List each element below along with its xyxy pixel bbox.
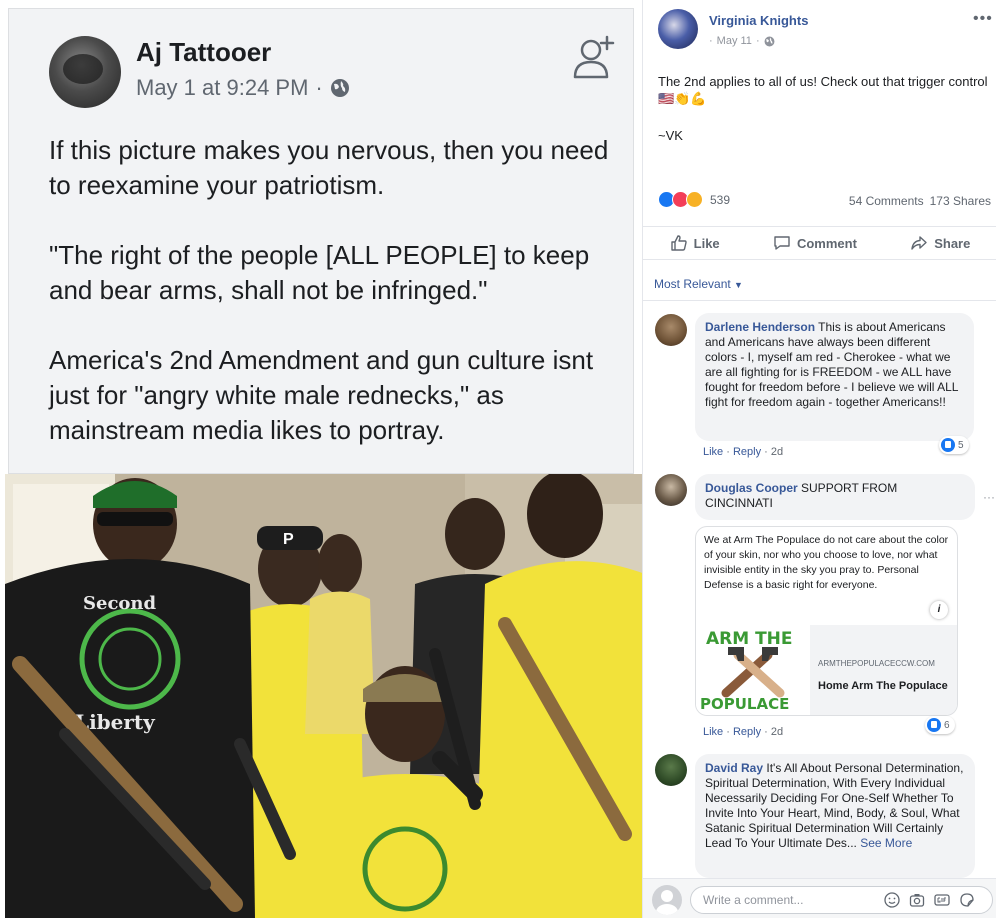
post-date[interactable]: May 11 (717, 35, 752, 47)
like-button[interactable]: Like (670, 234, 720, 252)
share-count[interactable]: 173 Shares (930, 194, 991, 208)
comment-attachment[interactable]: We at Arm The Populace do not care about… (695, 526, 958, 716)
comment-like-number: 6 (944, 719, 950, 731)
comment-sort-dropdown[interactable]: Most Relevant ▼ (654, 277, 743, 291)
commenter-avatar[interactable] (655, 474, 687, 506)
comment-sort-label: Most Relevant (654, 277, 731, 291)
like-thumb-icon (670, 235, 687, 251)
my-avatar (652, 885, 682, 915)
emoji-icon[interactable] (884, 892, 900, 908)
comment-like-number: 5 (958, 439, 964, 451)
comment-like-link[interactable]: Like (703, 446, 723, 458)
post-options-button[interactable]: ••• (973, 10, 993, 28)
commenter-name[interactable]: David Ray (705, 761, 763, 775)
comment-actions: Like · Reply · 2d (703, 446, 784, 458)
comment-reply-link[interactable]: Reply (733, 726, 761, 738)
commenter-name[interactable]: Darlene Henderson (705, 320, 815, 334)
page-name[interactable]: Virginia Knights (709, 13, 808, 28)
comment-reply-link[interactable]: Reply (733, 446, 761, 458)
reaction-count: 539 (710, 192, 731, 207)
comment-composer (643, 878, 996, 918)
share-button-label: Share (934, 235, 971, 251)
meta-separator: · (755, 35, 760, 47)
right-post-panel: Virginia Knights · May 11 · ••• The 2nd … (642, 0, 996, 918)
post-timestamp[interactable]: May 1 at 9:24 PM (136, 75, 308, 101)
commenter-name[interactable]: Douglas Cooper (705, 481, 798, 495)
link-title[interactable]: Home Arm The Populace (818, 680, 948, 692)
engagement-counts: 54 Comments 173 Shares (849, 194, 991, 208)
comment-bubble: Douglas Cooper SUPPORT FROM CINCINNATI (695, 474, 975, 520)
reaction-summary[interactable]: 539 (658, 191, 730, 208)
post-paragraph: "The right of the people [ALL PEOPLE] to… (49, 240, 590, 305)
follow-person-icon[interactable] (569, 31, 619, 81)
comment-like-count[interactable]: 6 (925, 716, 955, 734)
post-meta: May 1 at 9:24 PM · (136, 75, 350, 101)
post-text: The 2nd applies to all of us! Check out … (658, 74, 988, 106)
post-paragraph: America's 2nd Amendment and gun culture … (49, 345, 594, 445)
post-signature: ~VK (658, 128, 683, 143)
camera-icon[interactable] (909, 892, 925, 908)
like-badge-icon (941, 438, 955, 452)
meta-separator: · (709, 35, 713, 47)
composer-icons (884, 892, 975, 908)
meta-separator: · (315, 75, 323, 100)
logo-text-bottom: POPULACE (700, 695, 790, 713)
like-button-label: Like (693, 235, 720, 251)
see-more-link[interactable]: See More (860, 836, 912, 850)
svg-text:P: P (283, 531, 294, 548)
sticker-icon[interactable] (959, 892, 975, 908)
post-body: If this picture makes you nervous, then … (49, 133, 619, 483)
arm-the-populace-logo: ARM THE POPULACE (696, 625, 810, 715)
share-icon (911, 236, 927, 250)
page-post-meta: · May 11 · (709, 35, 775, 47)
comment-like-count[interactable]: 5 (939, 436, 969, 454)
commenter-avatar[interactable] (655, 314, 687, 346)
link-domain: ARMTHEPOPULACECCW.COM (818, 659, 935, 668)
globe-icon (764, 36, 775, 46)
post-paragraph: If this picture makes you nervous, then … (49, 135, 609, 200)
post-action-bar: Like Comment Share (643, 226, 996, 260)
left-post-card: Aj Tattooer May 1 at 9:24 PM · If this p… (8, 8, 634, 474)
link-preview[interactable]: ARMTHEPOPULACECCW.COM Home Arm The Popul… (810, 625, 957, 715)
comment-options-button[interactable]: ··· (983, 490, 995, 504)
author-name[interactable]: Aj Tattooer (136, 37, 271, 68)
author-avatar[interactable] (49, 36, 121, 108)
comment-button[interactable]: Comment (773, 234, 857, 252)
comment-button-label: Comment (796, 235, 857, 251)
gif-icon[interactable] (934, 892, 950, 908)
comment-bubble: Darlene Henderson This is about American… (695, 313, 974, 441)
divider (643, 300, 996, 301)
comment-like-link[interactable]: Like (703, 726, 723, 738)
like-badge-icon (927, 718, 941, 732)
commenter-avatar[interactable] (655, 754, 687, 786)
comment-icon (774, 236, 790, 250)
comment-bubble: David Ray It's All About Personal Determ… (695, 754, 975, 878)
care-reaction-icon (686, 191, 703, 208)
globe-icon (330, 79, 349, 97)
comment-actions: Like · Reply · 2d (703, 726, 784, 738)
comment-age[interactable]: 2d (771, 446, 783, 458)
page-avatar[interactable] (658, 9, 698, 49)
comment-count[interactable]: 54 Comments (849, 194, 924, 208)
caret-down-icon: ▼ (734, 280, 743, 290)
share-button[interactable]: Share (910, 234, 970, 252)
shirt-text-top: Second (83, 593, 157, 614)
info-icon[interactable]: i (930, 601, 948, 619)
attachment-text: We at Arm The Populace do not care about… (704, 534, 949, 591)
post-photo[interactable]: P Second Liberty (5, 474, 645, 918)
group-photo-illustration: P Second Liberty (5, 474, 645, 918)
comment-age[interactable]: 2d (771, 726, 783, 738)
